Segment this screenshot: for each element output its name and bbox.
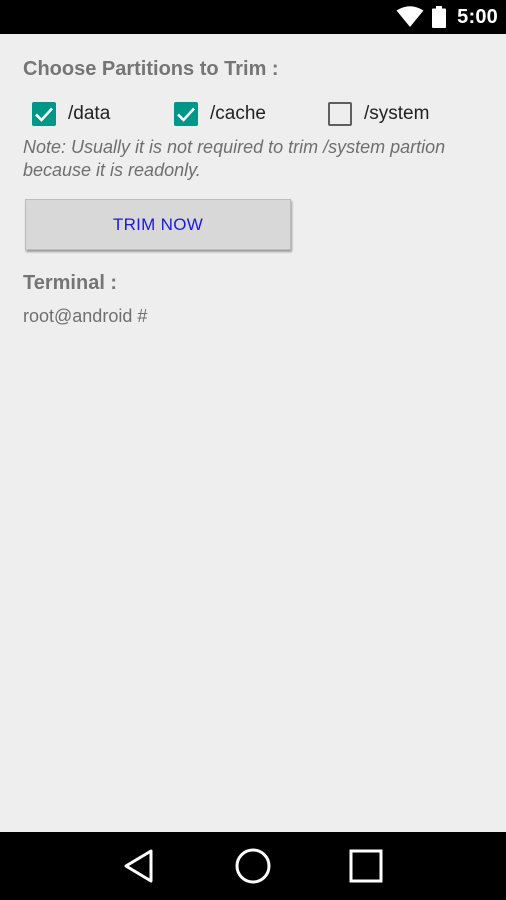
checkbox-cache[interactable]: /cache [174,98,266,130]
partitions-title: Choose Partitions to Trim : [23,58,279,80]
back-icon[interactable] [120,846,160,886]
checkbox-cache-label: /cache [210,103,266,124]
checkbox-system-label: /system [364,103,430,124]
terminal-title: Terminal : [23,272,118,294]
checkbox-checked-icon[interactable] [32,102,56,126]
navigation-bar [0,832,506,900]
status-time: 5:00 [457,6,498,28]
checkbox-data[interactable]: /data [32,98,110,130]
checkbox-data-label: /data [68,103,111,124]
home-icon[interactable] [233,846,273,886]
recents-icon[interactable] [346,846,386,886]
checkbox-checked-icon[interactable] [174,102,198,126]
battery-icon [432,6,446,28]
trim-note: Note: Usually it is not required to trim… [23,137,446,180]
trim-now-button[interactable]: TRIM NOW [25,199,291,250]
wifi-icon [396,6,424,28]
partition-checkbox-row: /data /cache /system [0,98,506,130]
checkbox-system[interactable]: /system [328,98,429,130]
main-content: Choose Partitions to Trim : /data /cache… [0,34,506,832]
terminal-output: root@android # [23,306,148,326]
checkbox-unchecked-icon[interactable] [328,102,352,126]
status-bar: 5:00 [0,0,506,34]
